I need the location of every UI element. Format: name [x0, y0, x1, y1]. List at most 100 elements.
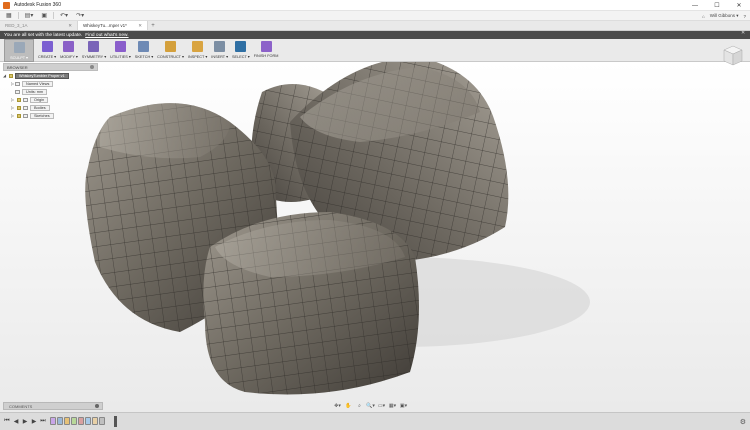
- fit-icon[interactable]: 🔍▾: [366, 403, 375, 409]
- toolbar-label: SELECT ▾: [232, 55, 250, 59]
- toolbar-utilities-button[interactable]: UTILITIES ▾: [110, 39, 131, 62]
- toolbar-modify-button[interactable]: MODIFY ▾: [60, 39, 78, 62]
- display-settings-icon[interactable]: ▭▾: [377, 403, 386, 409]
- comments-add-icon[interactable]: [95, 404, 99, 408]
- symmetry-icon: [88, 41, 100, 52]
- comments-panel[interactable]: COMMENTS: [3, 402, 103, 410]
- close-tab-icon[interactable]: ✕: [68, 23, 72, 29]
- jobs-icon[interactable]: ⌂: [702, 14, 705, 19]
- tree-root-label: WhiskeyTumbler Proper v1: [15, 72, 69, 79]
- help-icon[interactable]: ?: [743, 14, 746, 19]
- timeline-prev-icon[interactable]: ◀: [13, 417, 19, 425]
- tree-root[interactable]: ◢ WhiskeyTumbler Proper v1: [3, 72, 98, 79]
- file-menu-button[interactable]: ▤ ▾: [23, 12, 36, 20]
- tree-item-label: Origin: [30, 96, 49, 103]
- finish-form-icon: [260, 41, 272, 52]
- comments-label: COMMENTS: [9, 403, 33, 409]
- tree-item-named-views[interactable]: ▷ Named Views: [3, 80, 98, 87]
- select-icon: [235, 41, 247, 52]
- tab-label: RED_3_1A: [5, 23, 28, 28]
- timeline-feature-icon[interactable]: [85, 417, 91, 425]
- timeline-start-icon[interactable]: ⏮: [4, 417, 10, 425]
- undo-button[interactable]: ↶▾: [58, 12, 70, 20]
- sculpt-body-front[interactable]: [203, 212, 419, 395]
- toolbar-finish-form-button[interactable]: FINISH FORM: [253, 39, 279, 62]
- update-banner: You are all set with the latest update. …: [0, 31, 750, 39]
- separator: [17, 12, 19, 19]
- browser-pin-icon[interactable]: [90, 65, 94, 69]
- pan-icon[interactable]: ✋: [344, 403, 353, 409]
- toolbar-label: SKETCH ▾: [134, 55, 154, 59]
- timeline-next-icon[interactable]: ▶: [31, 417, 37, 425]
- browser-title: BROWSER: [7, 64, 28, 70]
- utilities-icon: [114, 41, 126, 52]
- timeline-end-icon[interactable]: ⏭: [40, 417, 46, 425]
- toolbar-label: UTILITIES ▾: [110, 55, 131, 59]
- toolbar-select-button[interactable]: SELECT ▾: [232, 39, 250, 62]
- toolbar-label: FINISH FORM: [253, 54, 279, 58]
- view-cube[interactable]: [722, 44, 744, 68]
- timeline-feature-icon[interactable]: [64, 417, 70, 425]
- redo-button[interactable]: ↷▾: [74, 12, 86, 20]
- quick-access-right: ⌂ Will Gibbons ▾ ?: [702, 11, 746, 21]
- tree-item-bodies[interactable]: ▷ Bodies: [3, 104, 98, 111]
- tree-item-label: Units: mm: [22, 88, 48, 95]
- tree-item-label: Sketches: [30, 112, 54, 119]
- visibility-icon[interactable]: [9, 73, 13, 78]
- timeline-items: [50, 417, 105, 425]
- toolbar-create-button[interactable]: CREATE ▾: [38, 39, 56, 62]
- visibility-icon[interactable]: [17, 105, 21, 110]
- sculpt-toolbar: SCULPT ▾ CREATE ▾ MODIFY ▾ SYMMETRY ▾ UTILIT…: [0, 39, 750, 62]
- toolbar-construct-button[interactable]: CONSTRUCT ▾: [157, 39, 184, 62]
- expand-icon[interactable]: ◢: [3, 73, 7, 78]
- zoom-icon[interactable]: ⌕: [355, 403, 364, 409]
- tree-item-units[interactable]: Units: mm: [3, 88, 98, 95]
- timeline-feature-icon[interactable]: [50, 417, 56, 425]
- timeline-feature-icon[interactable]: [71, 417, 77, 425]
- tab-red-3-1a[interactable]: RED_3_1A ✕: [0, 21, 78, 30]
- timeline-feature-icon[interactable]: [57, 417, 63, 425]
- timeline-settings-icon[interactable]: ⚙: [740, 418, 746, 426]
- tab-whiskey-tumbler[interactable]: WhiskeyTu...mper v1* ✕: [78, 21, 148, 30]
- timeline-marker[interactable]: [114, 416, 117, 427]
- maximize-button[interactable]: ☐: [706, 0, 728, 11]
- model-canvas[interactable]: [0, 62, 750, 412]
- banner-text: You are all set with the latest update.: [4, 32, 83, 38]
- timeline-play-icon[interactable]: ▶: [22, 417, 28, 425]
- save-icon[interactable]: ▣: [39, 12, 49, 20]
- grid-settings-icon[interactable]: ▦▾: [388, 403, 397, 409]
- visibility-icon[interactable]: [17, 97, 21, 102]
- expand-icon[interactable]: ▷: [11, 97, 15, 102]
- viewports-icon[interactable]: ▣▾: [399, 403, 408, 409]
- orbit-icon[interactable]: ✥▾: [333, 403, 342, 409]
- whats-new-link[interactable]: Find out what's new.: [85, 33, 128, 38]
- tree-item-origin[interactable]: ▷ Origin: [3, 96, 98, 103]
- toolbar-inspect-button[interactable]: INSPECT ▾: [188, 39, 207, 62]
- close-tab-icon[interactable]: ✕: [138, 23, 142, 29]
- create-icon: [41, 41, 53, 52]
- user-menu[interactable]: Will Gibbons ▾: [710, 13, 739, 19]
- new-tab-button[interactable]: +: [148, 21, 158, 30]
- toolbar-sculpt-button[interactable]: SCULPT ▾: [4, 39, 34, 62]
- minimize-button[interactable]: —: [684, 0, 706, 11]
- toolbar-symmetry-button[interactable]: SYMMETRY ▾: [82, 39, 106, 62]
- browser-panel-header[interactable]: BROWSER: [3, 63, 98, 71]
- expand-icon[interactable]: ▷: [11, 113, 15, 118]
- fusion-app-icon: [3, 1, 10, 9]
- toolbar-sketch-button[interactable]: SKETCH ▾: [135, 39, 153, 62]
- toolbar-label: INSERT ▾: [211, 55, 229, 59]
- close-button[interactable]: ✕: [728, 0, 750, 11]
- banner-close-icon[interactable]: ✕: [741, 31, 745, 36]
- tree-item-sketches[interactable]: ▷ Sketches: [3, 112, 98, 119]
- canvas-viewport[interactable]: [0, 62, 750, 412]
- timeline-feature-icon[interactable]: [99, 417, 105, 425]
- separator: [53, 12, 55, 19]
- sculpt-icon: [13, 42, 25, 53]
- visibility-icon[interactable]: [17, 113, 21, 118]
- grid-icon[interactable]: ▦: [4, 12, 14, 20]
- document-icon: [15, 89, 20, 94]
- timeline-feature-icon[interactable]: [78, 417, 84, 425]
- toolbar-insert-button[interactable]: INSERT ▾: [211, 39, 228, 62]
- timeline-feature-icon[interactable]: [92, 417, 98, 425]
- expand-icon[interactable]: ▷: [11, 105, 15, 110]
